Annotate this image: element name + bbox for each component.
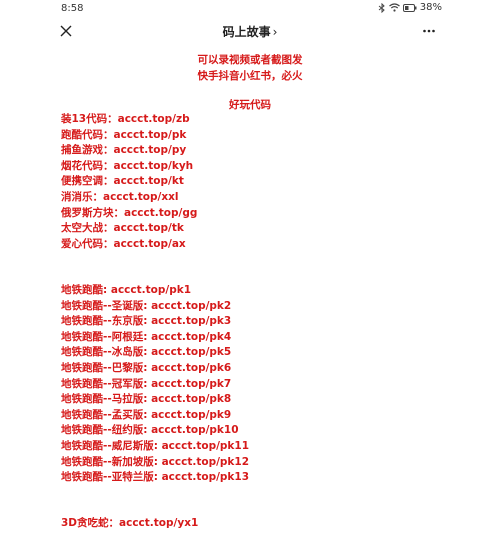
wifi-icon bbox=[388, 3, 400, 12]
list-item[interactable]: 地铁跑酷--巴黎版: accct.top/pk6 bbox=[61, 361, 249, 377]
list-item[interactable]: 地铁跑酷--冠军版: accct.top/pk7 bbox=[61, 377, 249, 393]
list-item[interactable]: 地铁跑酷--亚特兰版: accct.top/pk13 bbox=[61, 470, 249, 486]
list-item[interactable]: 地铁跑酷--威尼斯版: accct.top/pk11 bbox=[61, 439, 249, 455]
list-item[interactable]: 地铁跑酷--阿根廷: accct.top/pk4 bbox=[61, 330, 249, 346]
battery-icon bbox=[402, 3, 417, 12]
status-icons: 38% bbox=[378, 2, 442, 13]
section-title-block: 好玩代码 bbox=[0, 97, 500, 113]
code-list-1: 装13代码：accct.top/zb 跑酷代码：accct.top/pk 捕鱼游… bbox=[61, 112, 197, 252]
list-item[interactable]: 3D贪吃蛇：accct.top/yx1 bbox=[61, 516, 198, 532]
status-time: 8:58 bbox=[61, 3, 84, 14]
list-item[interactable]: 地铁跑酷--孟买版: accct.top/pk9 bbox=[61, 408, 249, 424]
status-bar: 8:58 38% bbox=[0, 0, 500, 18]
list-item[interactable]: 地铁跑酷--圣诞版: accct.top/pk2 bbox=[61, 299, 249, 315]
list-item[interactable]: 便携空调：accct.top/kt bbox=[61, 174, 197, 190]
list-item[interactable]: 俄罗斯方块：accct.top/gg bbox=[61, 206, 197, 222]
code-list-3: 3D贪吃蛇：accct.top/yx1 bbox=[61, 516, 198, 532]
intro-block: 可以录视频或者截图发 快手抖音小红书，必火 bbox=[0, 52, 500, 84]
chevron-right-icon: › bbox=[272, 25, 278, 39]
more-button[interactable] bbox=[422, 23, 436, 37]
page-title-text: 码上故事 bbox=[222, 25, 271, 39]
list-item[interactable]: 地铁跑酷--东京版: accct.top/pk3 bbox=[61, 314, 249, 330]
list-item[interactable]: 地铁跑酷--冰岛版: accct.top/pk5 bbox=[61, 345, 249, 361]
list-item[interactable]: 地铁跑酷--马拉版: accct.top/pk8 bbox=[61, 392, 249, 408]
list-item[interactable]: 烟花代码：accct.top/kyh bbox=[61, 159, 197, 175]
list-item[interactable]: 太空大战：accct.top/tk bbox=[61, 221, 197, 237]
nav-bar: 码上故事 › bbox=[0, 18, 500, 44]
list-item[interactable]: 地铁跑酷: accct.top/pk1 bbox=[61, 283, 249, 299]
bluetooth-icon bbox=[378, 2, 386, 13]
list-item[interactable]: 装13代码：accct.top/zb bbox=[61, 112, 197, 128]
list-item[interactable]: 爱心代码：accct.top/ax bbox=[61, 237, 197, 253]
more-icon bbox=[423, 29, 435, 33]
list-item[interactable]: 跑酷代码：accct.top/pk bbox=[61, 128, 197, 144]
battery-percent: 38% bbox=[419, 2, 442, 13]
list-item[interactable]: 消消乐：accct.top/xxl bbox=[61, 190, 197, 206]
list-item[interactable]: 地铁跑酷--纽约版: accct.top/pk10 bbox=[61, 423, 249, 439]
list-item[interactable]: 捕鱼游戏：accct.top/py bbox=[61, 143, 197, 159]
list-item[interactable]: 地铁跑酷--新加坡版: accct.top/pk12 bbox=[61, 455, 249, 471]
code-list-2: 地铁跑酷: accct.top/pk1 地铁跑酷--圣诞版: accct.top… bbox=[61, 283, 249, 486]
intro-line-2: 快手抖音小红书，必火 bbox=[197, 70, 303, 82]
intro-line-1: 可以录视频或者截图发 bbox=[197, 54, 303, 66]
section-title: 好玩代码 bbox=[229, 99, 271, 111]
